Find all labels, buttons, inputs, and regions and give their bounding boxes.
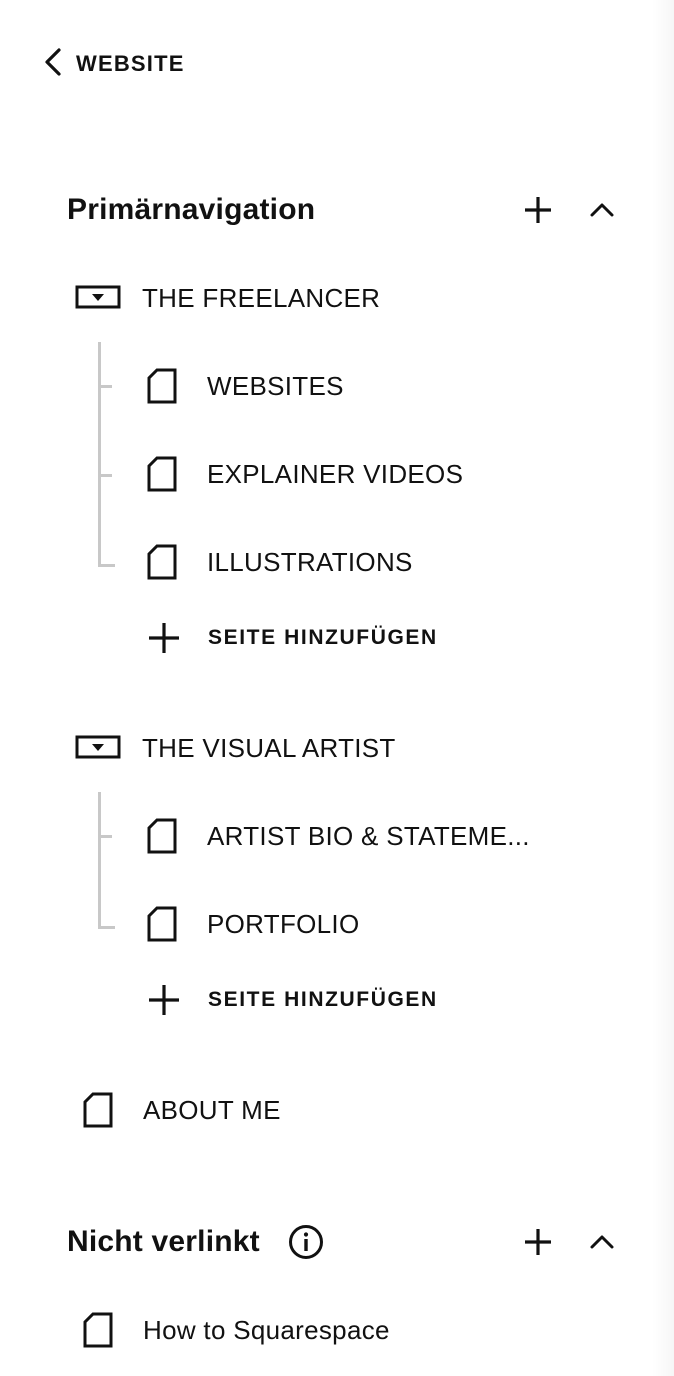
back-to-website-button[interactable]: WEBSITE [42, 44, 185, 84]
tree-connector [98, 792, 115, 929]
page-icon [145, 905, 179, 943]
primary-navigation-header: Primärnavigation [67, 188, 624, 232]
page-icon [81, 1311, 115, 1349]
page-icon [145, 817, 179, 855]
collapse-unlinked-button[interactable] [580, 1220, 624, 1264]
folder-label: THE FREELANCER [142, 282, 381, 313]
plus-icon [145, 982, 183, 1018]
chevron-up-icon [590, 1235, 614, 1249]
tree-tick [100, 385, 112, 388]
panel-edge-shadow [652, 0, 674, 1376]
tree-tick [100, 835, 112, 838]
add-page-label: SEITE HINZUFÜGEN [208, 988, 438, 1011]
page-icon [81, 1091, 115, 1129]
chevron-up-icon [590, 203, 614, 217]
page-item[interactable]: WEBSITES [145, 364, 344, 408]
add-unlinked-item-button[interactable] [516, 1220, 560, 1264]
tree-connector [98, 342, 115, 567]
chevron-left-icon [42, 47, 64, 82]
info-icon[interactable] [288, 1224, 324, 1260]
page-label: WEBSITES [207, 370, 344, 401]
not-linked-title: Nicht verlinkt [67, 1225, 260, 1258]
page-label: EXPLAINER VIDEOS [207, 458, 464, 489]
folder-item[interactable]: THE FREELANCER [75, 276, 380, 320]
page-icon [145, 367, 179, 405]
page-item[interactable]: How to Squarespace [81, 1308, 390, 1352]
folder-label: THE VISUAL ARTIST [142, 732, 396, 763]
plus-icon [525, 1229, 551, 1255]
folder-dropdown-icon [75, 285, 121, 311]
add-primary-item-button[interactable] [516, 188, 560, 232]
page-icon [145, 455, 179, 493]
not-linked-header: Nicht verlinkt [67, 1220, 624, 1264]
folder-dropdown-icon [75, 735, 121, 761]
add-page-button[interactable]: SEITE HINZUFÜGEN [145, 616, 438, 660]
folder-item[interactable]: THE VISUAL ARTIST [75, 726, 396, 770]
page-item[interactable]: ARTIST BIO & STATEME... [145, 814, 530, 858]
page-label: ILLUSTRATIONS [207, 546, 413, 577]
collapse-primary-button[interactable] [580, 188, 624, 232]
tree-tick [100, 474, 112, 477]
primary-navigation-title: Primärnavigation [67, 193, 316, 226]
page-item[interactable]: ILLUSTRATIONS [145, 540, 413, 584]
page-label: ARTIST BIO & STATEME... [207, 820, 530, 851]
plus-icon [145, 620, 183, 656]
pages-panel: WEBSITE Primärnavigation THE FREELANCER … [0, 0, 674, 1376]
page-label: How to Squarespace [143, 1314, 390, 1345]
page-item[interactable]: EXPLAINER VIDEOS [145, 452, 463, 496]
page-item[interactable]: PORTFOLIO [145, 902, 359, 946]
page-item[interactable]: ABOUT ME [81, 1088, 281, 1132]
page-icon [145, 543, 179, 581]
page-label: PORTFOLIO [207, 908, 360, 939]
add-page-label: SEITE HINZUFÜGEN [208, 626, 438, 649]
plus-icon [525, 197, 551, 223]
back-label: WEBSITE [76, 51, 185, 76]
add-page-button[interactable]: SEITE HINZUFÜGEN [145, 978, 438, 1022]
page-label: ABOUT ME [143, 1094, 281, 1125]
